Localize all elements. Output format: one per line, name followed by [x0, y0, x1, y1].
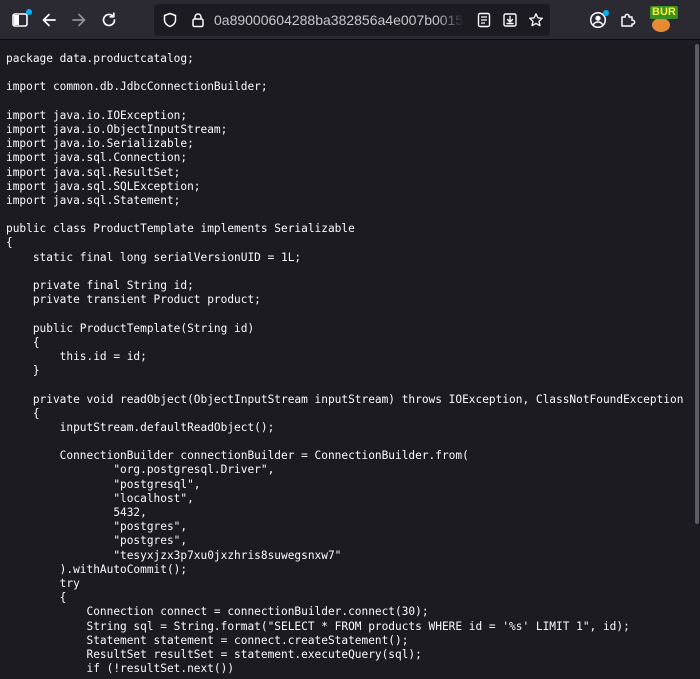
browser-toolbar: 0a89000604288ba382856a4e007b0015.web-s [0, 0, 700, 40]
code-line: public ProductTemplate(String id) [6, 321, 255, 335]
code-line: ConnectionBuilder connectionBuilder = Co… [6, 449, 469, 463]
code-line: import java.io.IOException; [6, 108, 188, 122]
code-line: if (!resultSet.next()) [6, 662, 235, 676]
code-line: import java.sql.SQLException; [6, 179, 201, 193]
code-line: import java.io.Serializable; [6, 137, 194, 151]
code-line: { [6, 236, 13, 250]
reader-view-icon [477, 12, 491, 28]
burp-logo-icon [652, 18, 670, 32]
code-line: private transient Product product; [6, 293, 261, 307]
code-line: 5432, [6, 506, 147, 519]
burp-badge: BUR [650, 6, 678, 19]
code-line: import java.sql.ResultSet; [6, 165, 181, 179]
code-line: import java.sql.Statement; [6, 193, 181, 207]
code-line: ResultSet resultSet = statement.executeQ… [6, 647, 422, 661]
forward-arrow-icon [72, 13, 86, 27]
code-line: { [6, 335, 40, 349]
code-line: { [6, 591, 67, 605]
back-button[interactable] [35, 6, 63, 34]
scrollbar-thumb[interactable] [695, 44, 699, 524]
site-info-button[interactable] [184, 6, 212, 34]
account-notification-dot [603, 10, 609, 16]
code-line: Statement statement = connect.createStat… [6, 633, 409, 647]
code-line: "localhost", [6, 491, 194, 505]
code-line: inputStream.defaultReadObject(); [6, 420, 275, 434]
code-line: private final String id; [6, 279, 194, 292]
code-line: Connection connect = connectionBuilder.c… [6, 605, 429, 619]
code-line: String sql = String.format("SELECT * FRO… [6, 619, 630, 633]
save-to-pocket-button[interactable] [496, 6, 524, 34]
reader-view-button[interactable] [470, 6, 498, 34]
code-line: } [6, 364, 40, 378]
code-line: static final long serialVersionUID = 1L; [6, 250, 302, 264]
extensions-button[interactable] [614, 6, 642, 34]
burp-extension-button[interactable]: BUR [650, 6, 678, 34]
code-line: "postgresql", [6, 477, 201, 491]
code-line: package data.productcatalog; [6, 52, 194, 65]
code-line: "org.postgresql.Driver", [6, 463, 275, 477]
code-line: import common.db.JdbcConnectionBuilder; [6, 80, 268, 94]
code-line: "postgres", [6, 520, 188, 534]
shield-icon [163, 12, 177, 28]
puzzle-icon [621, 13, 636, 27]
reload-icon [102, 12, 116, 27]
account-button[interactable] [584, 6, 612, 34]
code-line: ).withAutoCommit(); [6, 562, 188, 576]
back-arrow-icon [42, 13, 56, 27]
forward-button[interactable] [65, 6, 93, 34]
reload-button[interactable] [95, 6, 123, 34]
lock-icon [192, 13, 204, 28]
code-line: private void readObject(ObjectInputStrea… [6, 392, 684, 406]
page-content: package data.productcatalog; import commo… [0, 41, 700, 679]
source-code-view: package data.productcatalog; import commo… [6, 52, 683, 676]
code-line: "tesyxjzx3p7xu0jxzhris8suwegsnxw7" [6, 548, 342, 562]
code-line: this.id = id; [6, 349, 147, 363]
code-line: public class ProductTemplate implements … [6, 222, 355, 236]
url-text[interactable]: 0a89000604288ba382856a4e007b0015.web-s [214, 12, 462, 29]
download-tray-icon [503, 13, 517, 27]
tracking-protection-button[interactable] [156, 6, 184, 34]
notification-dot [26, 9, 32, 15]
bookmark-button[interactable] [522, 6, 550, 34]
code-line: try [6, 576, 80, 590]
url-bar[interactable]: 0a89000604288ba382856a4e007b0015.web-s [154, 4, 550, 36]
code-line: { [6, 406, 40, 420]
sidebar-toggle-button[interactable] [6, 6, 34, 34]
star-icon [529, 13, 543, 27]
code-line: "postgres", [6, 534, 188, 548]
code-line: import java.sql.Connection; [6, 151, 188, 165]
code-line: import java.io.ObjectInputStream; [6, 122, 228, 136]
